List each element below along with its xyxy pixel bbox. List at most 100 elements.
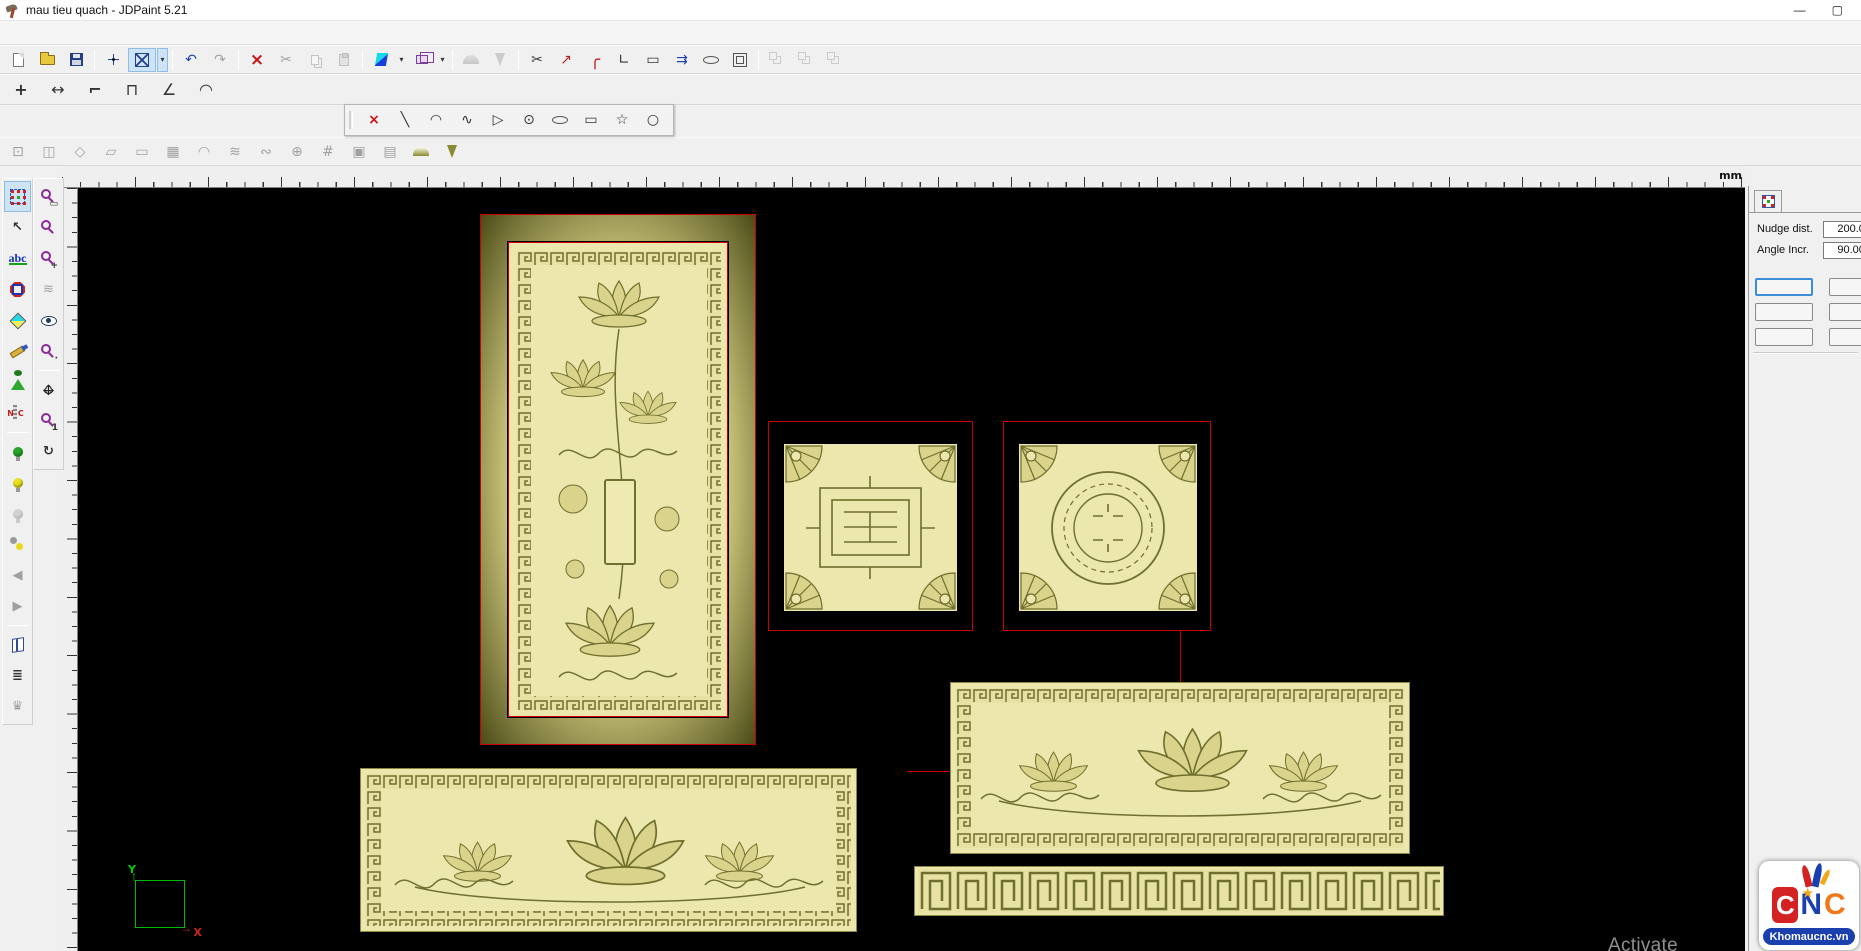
arc-tool-icon[interactable]: ◠: [422, 108, 450, 132]
menu-item[interactable]: [150, 30, 168, 36]
menu-item[interactable]: [186, 30, 204, 36]
pick-point-icon[interactable]: ↗: [552, 48, 580, 72]
undo-icon[interactable]: ↶: [177, 48, 205, 72]
mirror-icon[interactable]: ◫: [35, 140, 63, 164]
surface-fill-icon[interactable]: [367, 48, 395, 72]
zoom-dynamic-icon[interactable]: [35, 212, 62, 243]
measure-step-icon[interactable]: ⌐: [80, 77, 110, 103]
layer-book-icon[interactable]: [4, 629, 31, 660]
rotate-icon[interactable]: ◇: [66, 140, 94, 164]
e-layer-button[interactable]: [1755, 328, 1813, 346]
field-value-input[interactable]: 90.000: [1823, 242, 1861, 259]
shear-icon[interactable]: ▱: [97, 140, 125, 164]
zoom-window-icon[interactable]: ▭: [35, 181, 62, 212]
delete-icon[interactable]: ×: [243, 48, 271, 72]
menu-item[interactable]: [24, 30, 42, 36]
prev-state-icon[interactable]: ◀: [4, 560, 31, 591]
shape-tool-icon[interactable]: [4, 274, 31, 305]
group-frame-icon[interactable]: ▣: [345, 140, 373, 164]
refresh-view-icon[interactable]: ↻: [35, 436, 62, 467]
spray-tool-icon[interactable]: [4, 367, 31, 398]
ellipse-tool-icon[interactable]: [546, 108, 574, 132]
relief-panel-square-1[interactable]: [768, 421, 973, 631]
surface-fill-dropdown[interactable]: ▾: [396, 48, 407, 72]
relief-panel-square-2[interactable]: [1003, 421, 1211, 631]
circle-tool-icon[interactable]: ○: [639, 108, 667, 132]
mesh-view-dropdown[interactable]: ▾: [437, 48, 448, 72]
chamfer-corner-icon[interactable]: ∟: [610, 48, 638, 72]
concentric-icon[interactable]: [726, 48, 754, 72]
crown-tool-icon[interactable]: ♛: [4, 691, 31, 722]
crosshair-tool-icon[interactable]: [99, 48, 127, 72]
measure-distance-icon[interactable]: ↔: [43, 77, 73, 103]
new-file-icon[interactable]: [4, 48, 32, 72]
tab-transform[interactable]: [1754, 190, 1782, 212]
w-display-button[interactable]: [1755, 303, 1813, 321]
curve-tool-icon[interactable]: ∿: [453, 108, 481, 132]
measure-dimension-icon[interactable]: ⊓: [117, 77, 147, 103]
minimize-button[interactable]: —: [1794, 3, 1806, 17]
copy-arrange-icon[interactable]: [763, 48, 791, 72]
arc-deform-icon[interactable]: ◠: [190, 140, 218, 164]
relief-dome-icon[interactable]: [457, 48, 485, 72]
flat-oval-icon[interactable]: [697, 48, 725, 72]
relief-dome2-icon[interactable]: [407, 140, 435, 164]
fillet-corner-icon[interactable]: ╭: [581, 48, 609, 72]
scale-icon[interactable]: ▭: [128, 140, 156, 164]
toolbar-grip[interactable]: [349, 111, 353, 129]
maximize-button[interactable]: ▢: [1832, 3, 1843, 17]
trim-curve-icon[interactable]: ✂: [523, 48, 551, 72]
select-tool-icon[interactable]: [4, 181, 31, 212]
relief-panel-wide-right[interactable]: [950, 682, 1410, 854]
line-tool-icon[interactable]: ╲: [391, 108, 419, 132]
copy-icon[interactable]: [301, 48, 329, 72]
hide-selected-icon[interactable]: [4, 498, 31, 529]
close-curve-icon[interactable]: ▭: [639, 48, 667, 72]
field-value-input[interactable]: 200.00: [1823, 221, 1861, 238]
wave-deform-icon[interactable]: ≋: [221, 140, 249, 164]
show-all-icon[interactable]: [4, 436, 31, 467]
move-copy-icon[interactable]: ⊡: [4, 140, 32, 164]
cut-icon[interactable]: ✂: [272, 48, 300, 72]
zoom-actual-icon[interactable]: 1: [35, 405, 62, 436]
menu-item[interactable]: [96, 30, 114, 36]
tool-bit2-icon[interactable]: [438, 140, 466, 164]
prev-view-icon[interactable]: ≋: [35, 274, 62, 305]
next-state-icon[interactable]: ▶: [4, 591, 31, 622]
copy-arrange3-icon[interactable]: [821, 48, 849, 72]
relief-panel-tall[interactable]: [480, 214, 756, 745]
measure-angle-icon[interactable]: ∠: [154, 77, 184, 103]
node-edit-tool-icon[interactable]: ↖: [4, 212, 31, 243]
save-icon[interactable]: [62, 48, 90, 72]
y-button[interactable]: [1829, 328, 1861, 346]
engrave-brush-tool-icon[interactable]: [4, 336, 31, 367]
relief-strip-meander[interactable]: [914, 866, 1444, 916]
path-deform-icon[interactable]: ∾: [252, 140, 280, 164]
menu-item[interactable]: [204, 30, 222, 36]
design-canvas[interactable]: Y ↑ X → Activate Windows: [78, 188, 1745, 951]
group-copy-icon[interactable]: ▤: [376, 140, 404, 164]
zoom-in-icon[interactable]: +: [35, 243, 62, 274]
menu-item[interactable]: [42, 30, 60, 36]
select-box-tool-icon[interactable]: [128, 48, 156, 72]
cancel-draw-icon[interactable]: ×: [360, 108, 388, 132]
menu-item[interactable]: [168, 30, 186, 36]
r-button[interactable]: [1829, 278, 1861, 296]
mesh-view-icon[interactable]: [408, 48, 436, 72]
menu-item[interactable]: [132, 30, 150, 36]
show-hide-eye-icon[interactable]: [35, 305, 62, 336]
select-tool-dropdown[interactable]: ▾: [157, 48, 168, 72]
relief-panel-wide-left[interactable]: [360, 768, 857, 932]
rectangle-tool-icon[interactable]: ▭: [577, 108, 605, 132]
t-button[interactable]: [1829, 303, 1861, 321]
swap-visibility-icon[interactable]: [4, 529, 31, 560]
copy-arrange2-icon[interactable]: [792, 48, 820, 72]
expand-icon[interactable]: ⊕: [283, 140, 311, 164]
redo-icon[interactable]: ↷: [206, 48, 234, 72]
open-file-icon[interactable]: [33, 48, 61, 72]
show-selected-icon[interactable]: [4, 467, 31, 498]
measure-arc-icon[interactable]: ◠: [191, 77, 221, 103]
text-tool-icon[interactable]: abc: [4, 243, 31, 274]
menu-item[interactable]: [78, 30, 96, 36]
menu-item[interactable]: [6, 30, 24, 36]
